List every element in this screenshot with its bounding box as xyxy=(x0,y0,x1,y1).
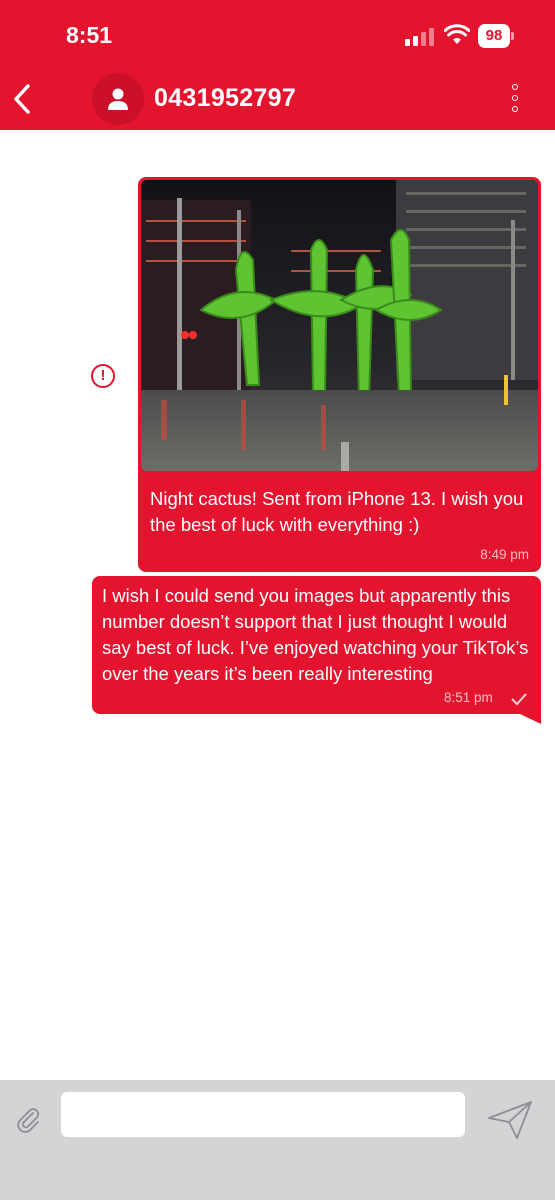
status-time: 8:51 xyxy=(66,22,113,48)
conversation-header: 0431952797 xyxy=(0,70,555,130)
exclamation-circle-icon[interactable]: ! xyxy=(91,364,115,388)
message-text: Night cactus! Sent from iPhone 13. I wis… xyxy=(150,488,524,535)
checkmark-icon xyxy=(511,693,527,706)
night-cactus-photo xyxy=(141,180,538,471)
message-time: 8:51 pm xyxy=(444,690,493,705)
message-bubble-outgoing[interactable]: Night cactus! Sent from iPhone 13. I wis… xyxy=(138,177,541,572)
paper-plane-icon[interactable] xyxy=(487,1100,533,1140)
photo-attachment[interactable] xyxy=(141,180,538,471)
paperclip-icon[interactable] xyxy=(14,1105,44,1135)
message-text: I wish I could send you images but appar… xyxy=(102,585,529,684)
contact-avatar[interactable] xyxy=(92,73,144,125)
message-time: 8:49 pm xyxy=(480,547,529,562)
wifi-icon xyxy=(444,24,470,44)
battery-icon: 98 xyxy=(478,24,514,48)
contact-name[interactable]: 0431952797 xyxy=(154,84,296,113)
battery-level: 98 xyxy=(478,24,510,48)
kebab-menu-icon[interactable] xyxy=(508,84,522,114)
message-bubble-outgoing[interactable]: I wish I could send you images but appar… xyxy=(92,576,541,714)
composer-bar xyxy=(0,1080,555,1200)
message-input[interactable] xyxy=(61,1092,465,1137)
message-list[interactable]: ! Night cactus! Sent from iPhone 13. I w… xyxy=(0,130,555,1080)
status-bar: 8:51 98 xyxy=(0,0,555,70)
cellular-signal-icon xyxy=(405,28,435,46)
bubble-tail xyxy=(520,714,541,724)
back-chevron-icon[interactable] xyxy=(10,82,36,116)
person-icon xyxy=(108,88,128,110)
